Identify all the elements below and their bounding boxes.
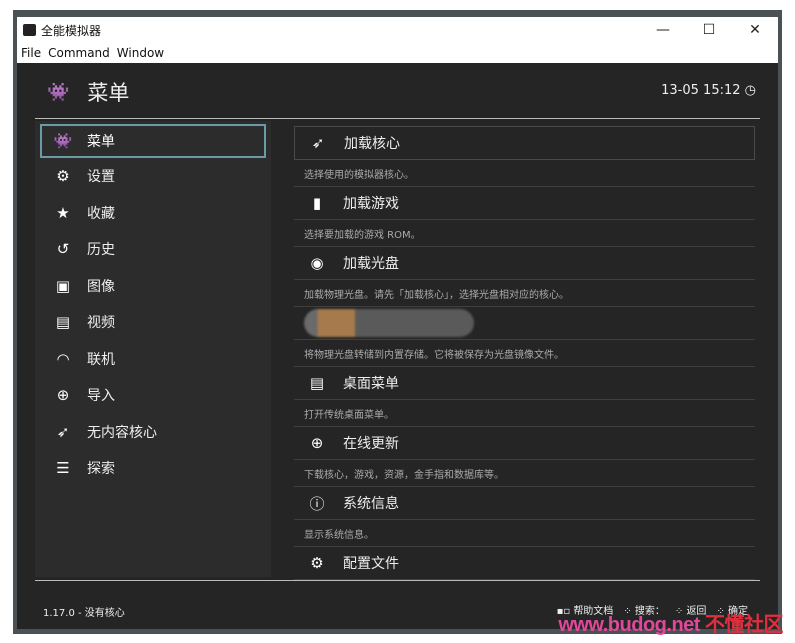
app-window: 全能模拟器 — ☐ ✕ File Command Window 👾 菜单 13-0… — [17, 17, 778, 629]
sidebar-item-label: 无内容核心 — [87, 424, 157, 441]
menu-item[interactable] — [294, 307, 755, 340]
window-title: 全能模拟器 — [41, 23, 102, 38]
sidebar-item-label: 探索 — [87, 461, 115, 478]
menu-item-label: 加载光盘 — [343, 256, 399, 272]
menu-item-label: 在线更新 — [343, 436, 399, 452]
menu-item[interactable]: ➶ 加载核心 — [294, 126, 755, 160]
menu-list: ➶ 加载核心 选择使用的模拟器核心。 ▮ 加载游戏 选择要加载的游戏 ROM。 ◉ 加载光盘加… — [294, 126, 755, 580]
menu-item-description: 下载核心，游戏，资源，金手指和数据库等。 — [294, 460, 755, 487]
status-text: 1.17.0 - 没有核心 — [43, 608, 125, 619]
menu-item[interactable]: ▮ 加载游戏 — [294, 187, 755, 220]
menu-window[interactable]: Window — [117, 46, 164, 60]
netplay-icon: ◠ — [56, 349, 70, 368]
menu-item[interactable]: ⊕ 在线更新 — [294, 427, 755, 460]
menu-item[interactable]: ⚙ 配置文件 — [294, 547, 755, 580]
menu-item-description: 将物理光盘转储到内置存储。它将被保存为光盘镜像文件。 — [294, 340, 755, 367]
sidebar-item-label: 历史 — [87, 242, 115, 259]
menu-item-description: 显示系统信息。 — [294, 520, 755, 547]
gears-icon: ⚙ — [310, 554, 324, 572]
menu-item-label: 加载核心 — [344, 136, 400, 152]
menu-item-description: 打开传统桌面菜单。 — [294, 400, 755, 427]
sidebar-item-label: 菜单 — [87, 134, 115, 150]
sidebar-item[interactable]: ➶ 无内容核心 — [35, 414, 271, 451]
maximize-button[interactable]: ☐ — [686, 17, 732, 43]
menu-item-description: 选择要加载的游戏 ROM。 — [294, 220, 755, 247]
star-icon: ★ — [56, 203, 70, 222]
retroarch-ui: 👾 菜单 13-05 15:12 ◷ 👾 菜单 ⚙ 设置 ★ 收藏 ↺ 历史 ▣ 图像 ▤ 视频 ◠ 联机 ⊕… — [17, 63, 778, 629]
sidebar-item[interactable]: ↺ 历史 — [35, 231, 271, 268]
sidebar-item-label: 视频 — [87, 315, 115, 332]
sidebar-item[interactable]: ◠ 联机 — [35, 341, 271, 378]
invader-icon: 👾 — [53, 132, 73, 150]
footer-divider — [35, 580, 760, 581]
history-icon: ↺ — [56, 240, 70, 259]
database-icon: ☰ — [56, 459, 70, 478]
menu-item[interactable]: ▤ 桌面菜单 — [294, 367, 755, 400]
sidebar-item-label: 收藏 — [87, 205, 115, 222]
globe-icon: ⊕ — [310, 434, 324, 452]
sidebar-item[interactable]: ⊕ 导入 — [35, 377, 271, 414]
rocket-icon: ➶ — [56, 422, 70, 441]
sidebar-item-label: 导入 — [87, 388, 115, 405]
sidebar-item[interactable]: ⚙ 设置 — [35, 158, 271, 195]
menu-item[interactable]: ◉ 加载光盘 — [294, 247, 755, 280]
menu-item-label: 加载游戏 — [343, 196, 399, 212]
menu-item[interactable]: ⓘ 系统信息 — [294, 487, 755, 520]
invader-icon: 👾 — [47, 81, 70, 103]
rocket-icon: ➶ — [311, 134, 325, 152]
menu-command[interactable]: Command — [48, 46, 110, 60]
sidebar-item[interactable]: ★ 收藏 — [35, 195, 271, 232]
menu-icon: ▤ — [309, 374, 325, 392]
sidebar-item[interactable]: ▣ 图像 — [35, 268, 271, 305]
menu-item-description: 选择使用的模拟器核心。 — [294, 160, 755, 187]
menu-item-label: 系统信息 — [343, 496, 399, 512]
sidebar-item[interactable]: ☰ 探索 — [35, 450, 271, 487]
close-button[interactable]: ✕ — [732, 17, 778, 43]
sidebar-item-label: 设置 — [87, 169, 115, 186]
clock-icon: ◷ — [744, 83, 756, 98]
sidebar: 👾 菜单 ⚙ 设置 ★ 收藏 ↺ 历史 ▣ 图像 ▤ 视频 ◠ 联机 ⊕ 导入 ➶ 无内容核心 ☰ 探索 — [35, 121, 271, 577]
clock: 13-05 15:12 — [661, 83, 741, 98]
image-icon: ▣ — [55, 276, 71, 295]
app-icon — [23, 24, 36, 36]
menu-file[interactable]: File — [21, 46, 41, 60]
info-icon: ⓘ — [309, 494, 325, 513]
gear-icon: ⚙ — [56, 167, 70, 186]
title-bar: 全能模拟器 — ☐ ✕ — [17, 17, 778, 43]
film-icon: ▤ — [55, 313, 71, 332]
header-divider — [35, 118, 760, 119]
sidebar-item-label: 图像 — [87, 278, 115, 295]
menu-bar: File Command Window — [17, 43, 778, 62]
watermark: www.budog.net 不懂社区 — [558, 614, 783, 636]
menu-item-description: 加载物理光盘。请先「加载核心」，选择光盘相对应的核心。 — [294, 280, 755, 307]
sidebar-item-label: 联机 — [87, 351, 115, 368]
plus-icon: ⊕ — [56, 386, 70, 405]
file-icon: ▮ — [312, 194, 322, 212]
sidebar-item[interactable]: 👾 菜单 — [40, 124, 266, 158]
minimize-button[interactable]: — — [640, 17, 686, 43]
disc-icon: ◉ — [310, 254, 324, 272]
menu-item-label: 配置文件 — [343, 556, 399, 572]
blurred-label — [304, 309, 474, 337]
page-title: 菜单 — [87, 81, 130, 105]
menu-item-label: 桌面菜单 — [343, 376, 399, 392]
sidebar-item[interactable]: ▤ 视频 — [35, 304, 271, 341]
